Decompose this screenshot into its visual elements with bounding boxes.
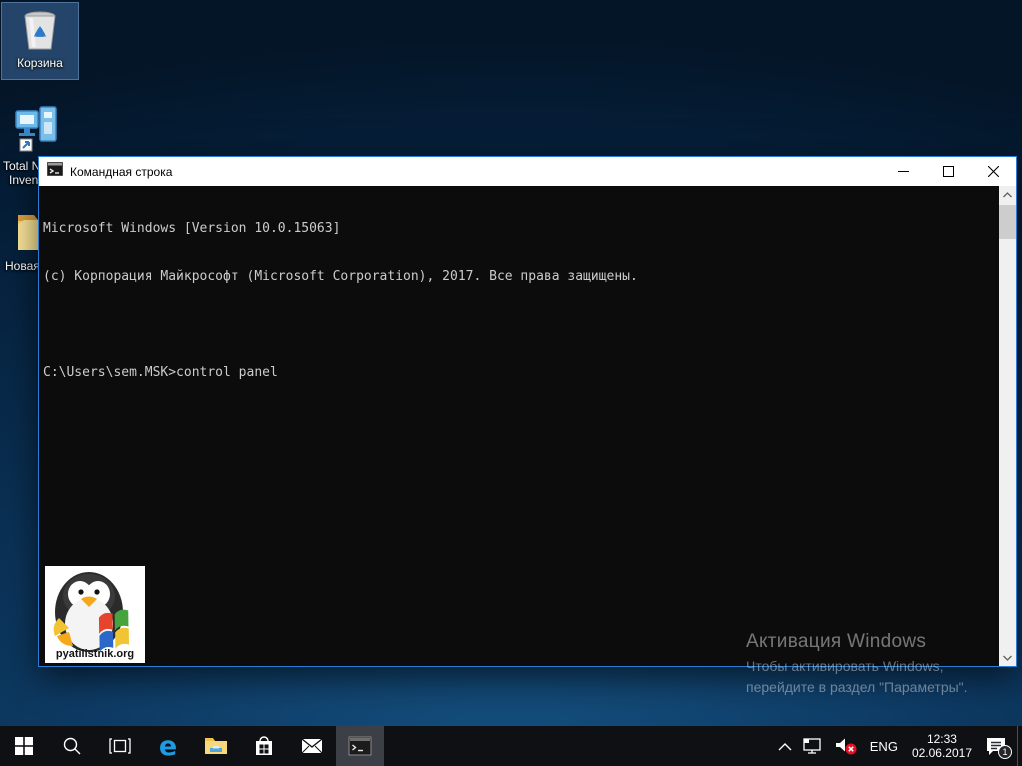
- chevron-up-icon: [778, 742, 792, 750]
- clock[interactable]: 12:33 02.06.2017: [905, 732, 979, 760]
- total-network-inventory-icon: [1, 103, 77, 157]
- scroll-down-icon[interactable]: [999, 649, 1016, 666]
- console-line: (c) Корпорация Майкрософт (Microsoft Cor…: [43, 269, 638, 284]
- show-hidden-icons-button[interactable]: [773, 726, 797, 766]
- search-icon: [63, 737, 81, 755]
- clock-date: 02.06.2017: [911, 746, 972, 760]
- action-center-button[interactable]: 1: [979, 726, 1017, 766]
- windows-logo-icon: [15, 737, 33, 755]
- maximize-icon: [943, 166, 954, 177]
- close-button[interactable]: [971, 157, 1016, 186]
- edge-icon: e: [158, 730, 178, 762]
- window-title: Командная строка: [70, 164, 173, 179]
- minimize-icon: [898, 171, 909, 172]
- cmd-taskbar-icon: [348, 736, 372, 756]
- window-controls: [881, 157, 1016, 186]
- logo-site-text: pyatilistnik.org: [56, 648, 134, 660]
- recycle-bin-label: Корзина: [17, 56, 63, 70]
- volume-button[interactable]: [829, 726, 863, 766]
- recycle-bin-icon: [2, 6, 78, 54]
- close-icon: [988, 166, 999, 177]
- file-explorer-button[interactable]: [192, 726, 240, 766]
- store-icon: [256, 736, 272, 755]
- minimize-button[interactable]: [881, 157, 926, 186]
- window-titlebar[interactable]: Командная строка: [39, 157, 1016, 186]
- pyatilistnik-logo: pyatilistnik.org: [45, 566, 145, 663]
- desktop-icon-recycle-bin[interactable]: Корзина: [1, 2, 79, 80]
- console-scrollbar[interactable]: [999, 186, 1016, 666]
- clock-time: 12:33: [926, 732, 957, 746]
- command-prompt-window: Командная строка Microsoft Windows [Vers…: [38, 156, 1017, 667]
- console-prompt-line: C:\Users\sem.MSK>control panel: [43, 365, 278, 380]
- scroll-up-icon[interactable]: [999, 186, 1016, 203]
- network-icon: [803, 738, 821, 754]
- task-view-icon: [109, 738, 131, 754]
- windows-desktop: { "desktop": { "icons": { "recycle_bin":…: [0, 0, 1022, 766]
- console-line: Microsoft Windows [Version 10.0.15063]: [43, 221, 341, 236]
- edge-button[interactable]: e: [144, 726, 192, 766]
- search-button[interactable]: [48, 726, 96, 766]
- show-desktop-button[interactable]: [1017, 726, 1022, 766]
- taskbar: e ENG 12:33 02.06.2017 1: [0, 726, 1022, 766]
- network-button[interactable]: [797, 726, 829, 766]
- file-explorer-icon: [205, 738, 227, 754]
- task-view-button[interactable]: [96, 726, 144, 766]
- cmd-icon: [46, 161, 64, 181]
- scrollbar-thumb[interactable]: [999, 205, 1016, 239]
- console-area[interactable]: Microsoft Windows [Version 10.0.15063] (…: [39, 186, 1016, 666]
- maximize-button[interactable]: [926, 157, 971, 186]
- language-indicator[interactable]: ENG: [863, 726, 905, 766]
- mail-icon: [301, 738, 323, 754]
- console-output: Microsoft Windows [Version 10.0.15063] (…: [39, 186, 999, 666]
- volume-muted-icon: [835, 738, 857, 755]
- notification-badge: 1: [998, 745, 1012, 759]
- store-button[interactable]: [240, 726, 288, 766]
- command-prompt-taskbar-button[interactable]: [336, 726, 384, 766]
- mail-button[interactable]: [288, 726, 336, 766]
- start-button[interactable]: [0, 726, 48, 766]
- system-tray: ENG 12:33 02.06.2017 1: [773, 726, 1022, 766]
